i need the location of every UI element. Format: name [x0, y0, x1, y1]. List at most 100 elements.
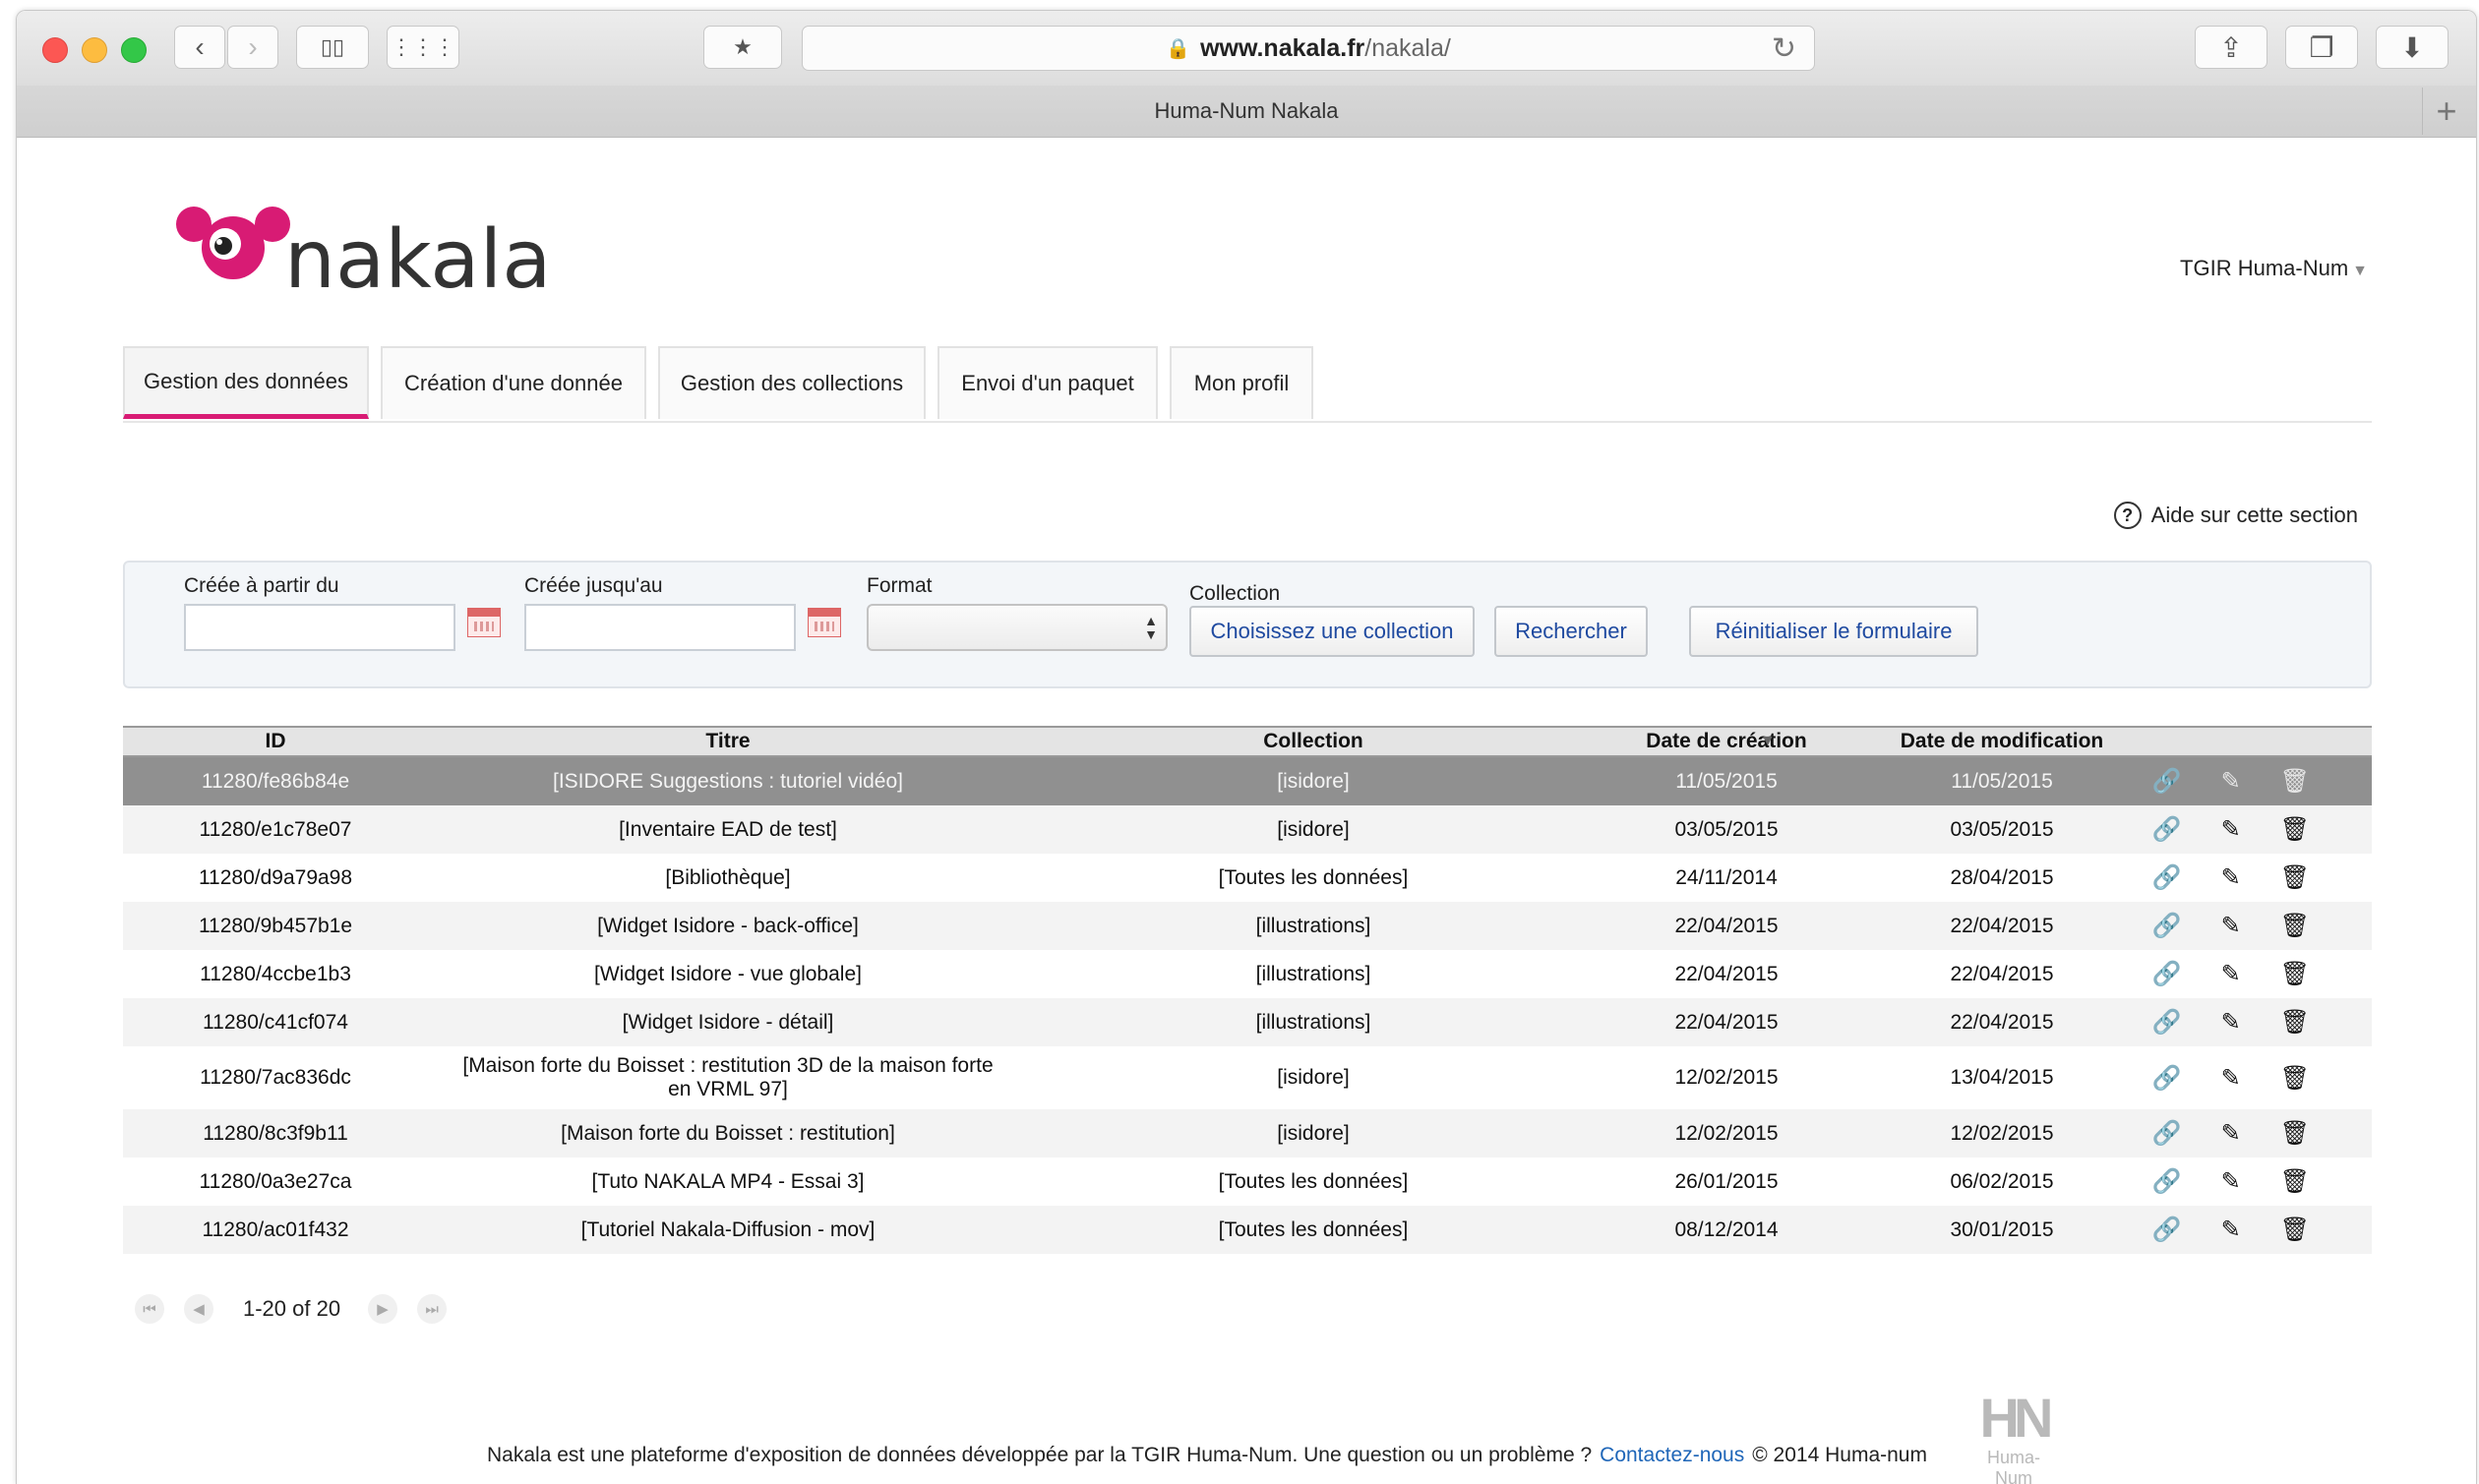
created-from-input[interactable] — [184, 604, 455, 651]
row-id-text: 11280/fe86b84e — [201, 769, 350, 793]
new-tab-button[interactable]: + — [2422, 88, 2470, 135]
zoom-window-button[interactable] — [121, 37, 147, 63]
trash-icon[interactable]: 🗑 — [2280, 1167, 2310, 1196]
calendar-icon[interactable] — [808, 608, 841, 637]
pencil-icon[interactable]: ✎ — [2221, 767, 2241, 796]
trash-icon[interactable]: 🗑 — [2280, 912, 2310, 940]
pencil-icon[interactable]: ✎ — [2221, 1064, 2241, 1093]
next-page-icon[interactable]: ▶ — [368, 1294, 398, 1324]
link-icon[interactable]: 🔗 — [2152, 912, 2182, 940]
reload-icon[interactable]: ↻ — [1772, 31, 1796, 66]
trash-icon[interactable]: 🗑 — [2280, 1008, 2310, 1037]
url-host: www.nakala.fr — [1200, 33, 1365, 62]
back-button[interactable]: ‹ — [174, 26, 225, 69]
bookmark-button[interactable]: ★ — [703, 26, 782, 69]
close-window-button[interactable] — [42, 37, 68, 63]
pagination: ⏮ ◀ 1-20 of 20 ▶ ⏭ — [135, 1294, 466, 1324]
tab-creation-donnee[interactable]: Création d'une donnée — [381, 346, 646, 419]
table-row[interactable]: 11280/d9a79a98 [Bibliothèque] [Toutes les … — [123, 854, 2372, 902]
link-icon[interactable]: 🔗 — [2152, 1064, 2182, 1093]
column-header-id[interactable]: ID — [123, 728, 428, 755]
link-icon[interactable]: 🔗 — [2152, 1167, 2182, 1196]
pencil-icon[interactable]: ✎ — [2221, 912, 2241, 940]
user-menu[interactable]: TGIR Huma-Num ▼ — [2180, 256, 2368, 281]
pencil-icon[interactable]: ✎ — [2221, 1119, 2241, 1148]
pencil-icon[interactable]: ✎ — [2221, 1008, 2241, 1037]
choose-collection-button[interactable]: Choisissez une collection — [1189, 606, 1475, 657]
link-icon[interactable]: 🔗 — [2152, 1008, 2182, 1037]
reset-form-button[interactable]: Réinitialiser le formulaire — [1689, 606, 1978, 657]
row-title-text: [Tutoriel Nakala-Diffusion - mov] — [580, 1217, 876, 1241]
table-row[interactable]: 11280/c41cf074 [Widget Isidore - détail] [… — [123, 998, 2372, 1046]
tabs-overview-button[interactable]: ❐ — [2285, 26, 2358, 69]
downloads-button[interactable]: ⬇ — [2376, 26, 2449, 69]
footer-text: Nakala est une plateforme d'exposition d… — [487, 1444, 1593, 1466]
pencil-icon[interactable]: ✎ — [2221, 863, 2241, 892]
pencil-icon[interactable]: ✎ — [2221, 1167, 2241, 1196]
share-icon: ⇪ — [2219, 31, 2243, 63]
last-page-icon[interactable]: ⏭ — [417, 1294, 448, 1324]
sidebar-button[interactable]: ▯▯ — [296, 26, 369, 69]
link-icon[interactable]: 🔗 — [2152, 960, 2182, 988]
nakala-logo[interactable]: nakala — [164, 167, 558, 305]
table-row[interactable]: 11280/fe86b84e [ISIDORE Suggestions : tut… — [123, 757, 2372, 805]
trash-icon[interactable]: 🗑 — [2280, 1216, 2310, 1244]
trash-icon[interactable]: 🗑 — [2280, 815, 2310, 844]
pencil-icon[interactable]: ✎ — [2221, 815, 2241, 844]
link-icon[interactable]: 🔗 — [2152, 1216, 2182, 1244]
share-button[interactable]: ⇪ — [2195, 26, 2267, 69]
column-header-modified[interactable]: Date de modification — [1756, 728, 2248, 755]
lock-icon: 🔒 — [1166, 37, 1191, 60]
created-until-input[interactable] — [524, 604, 796, 651]
table-row[interactable]: 11280/ac01f432 [Tutoriel Nakala-Diffusion… — [123, 1206, 2372, 1254]
trash-icon[interactable]: 🗑 — [2280, 863, 2310, 892]
trash-icon[interactable]: 🗑 — [2280, 960, 2310, 988]
link-icon[interactable]: 🔗 — [2152, 863, 2182, 892]
help-link[interactable]: ? Aide sur cette section — [2113, 502, 2358, 529]
table-row[interactable]: 11280/0a3e27ca [Tuto NAKALA MP4 - Essai 3… — [123, 1158, 2372, 1206]
forward-button[interactable]: › — [227, 26, 278, 69]
first-page-icon[interactable]: ⏮ — [135, 1294, 164, 1324]
row-actions: 🔗 ✎ 🗑 — [2110, 998, 2372, 1046]
chevron-right-icon: › — [248, 31, 258, 62]
pencil-icon[interactable]: ✎ — [2221, 1216, 2241, 1244]
address-bar[interactable]: 🔒 www.nakala.fr/nakala/ ↻ — [802, 26, 1815, 71]
format-select[interactable]: ▲ ▼ — [867, 604, 1168, 651]
search-button[interactable]: Rechercher — [1494, 606, 1648, 657]
pencil-icon[interactable]: ✎ — [2221, 960, 2241, 988]
row-title: [Widget Isidore - détail] — [428, 998, 1028, 1046]
prev-page-icon[interactable]: ◀ — [184, 1294, 213, 1324]
minimize-window-button[interactable] — [82, 37, 107, 63]
row-title-text: [ISIDORE Suggestions : tutoriel vidéo] — [552, 769, 903, 793]
row-actions: 🔗 ✎ 🗑 — [2110, 950, 2372, 998]
contact-link[interactable]: Contactez-nous — [1600, 1444, 1744, 1467]
row-id-text: 11280/4ccbe1b3 — [200, 962, 351, 985]
row-collection-text: [Toutes les données] — [1218, 1169, 1409, 1193]
table-row[interactable]: 11280/e1c78e07 [Inventaire EAD de test] [i… — [123, 805, 2372, 854]
tab-mon-profil[interactable]: Mon profil — [1170, 346, 1313, 419]
row-title: [ISIDORE Suggestions : tutoriel vidéo] — [428, 757, 1028, 805]
table-row[interactable]: 11280/4ccbe1b3 [Widget Isidore - vue glob… — [123, 950, 2372, 998]
row-title: [Maison forte du Boisset : restitution] — [428, 1109, 1028, 1158]
top-sites-button[interactable]: ⋮⋮⋮ — [387, 26, 459, 69]
link-icon[interactable]: 🔗 — [2152, 815, 2182, 844]
row-modified-date-text: 13/04/2015 — [1950, 1066, 2054, 1089]
table-row[interactable]: 11280/9b457b1e [Widget Isidore - back-off… — [123, 902, 2372, 950]
calendar-icon[interactable] — [467, 608, 501, 637]
tab-gestion-collections[interactable]: Gestion des collections — [658, 346, 926, 419]
tab-gestion-donnees[interactable]: Gestion des données — [123, 346, 369, 419]
browser-tab-title[interactable]: Huma-Num Nakala — [1154, 98, 1338, 124]
table-row[interactable]: 11280/8c3f9b11 [Maison forte du Boisset :… — [123, 1109, 2372, 1158]
row-title-text: [Inventaire EAD de test] — [619, 817, 837, 841]
trash-icon[interactable]: 🗑 — [2280, 1119, 2310, 1148]
link-icon[interactable]: 🔗 — [2152, 767, 2182, 796]
column-header-title[interactable]: Titre — [428, 728, 1028, 755]
table-row[interactable]: 11280/7ac836dc [Maison forte du Boisset :… — [123, 1046, 2372, 1109]
tab-envoi-paquet[interactable]: Envoi d'un paquet — [937, 346, 1158, 419]
trash-icon[interactable]: 🗑 — [2280, 1064, 2310, 1093]
trash-icon[interactable]: 🗑 — [2280, 767, 2310, 796]
chevron-left-icon: ‹ — [195, 31, 205, 62]
row-actions: 🔗 ✎ 🗑 — [2110, 1158, 2372, 1206]
link-icon[interactable]: 🔗 — [2152, 1119, 2182, 1148]
row-collection-text: [isidore] — [1277, 769, 1350, 793]
